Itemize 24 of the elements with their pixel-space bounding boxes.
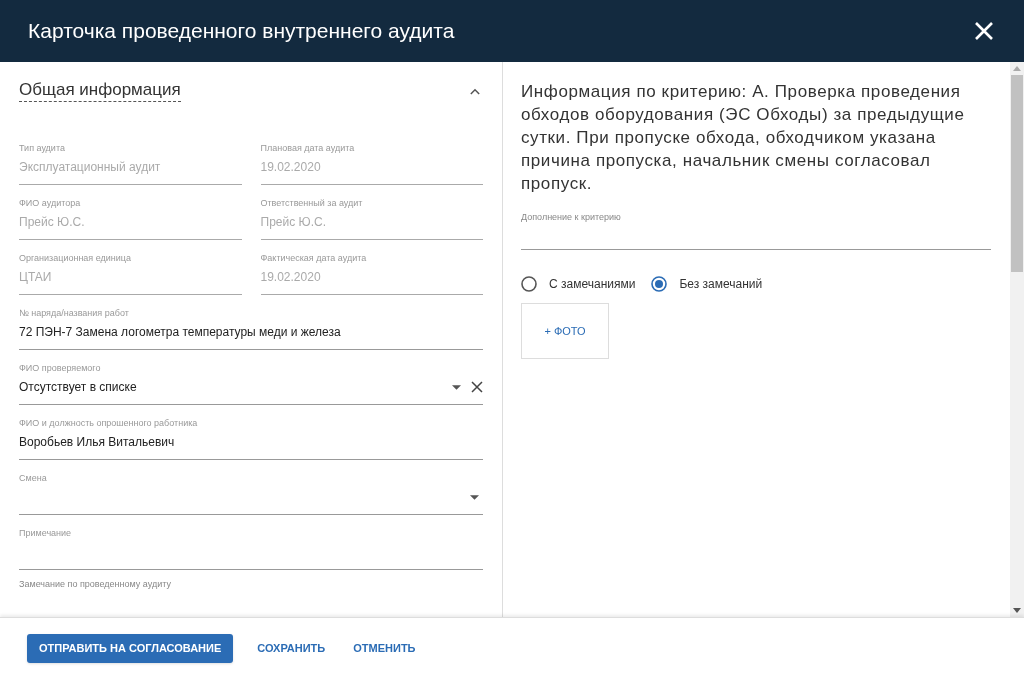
field-label: Замечание по проведенному аудиту <box>19 578 172 591</box>
clear-icon[interactable] <box>471 381 483 393</box>
select-field[interactable]: Смена <box>19 472 483 515</box>
text-button[interactable]: СОХРАНИТЬ <box>257 634 326 663</box>
dropdown-arrow-icon[interactable] <box>452 384 461 390</box>
scrollbar[interactable] <box>1010 62 1024 617</box>
scroll-down-icon[interactable] <box>1013 608 1021 613</box>
radio-option[interactable]: С замечаниями <box>521 275 636 293</box>
radio-option[interactable]: Без замечаний <box>651 275 763 293</box>
chevron-up-icon[interactable] <box>470 87 480 95</box>
select-field[interactable]: ФИО проверяемого Отсутствует в списке <box>19 362 483 405</box>
dropdown-arrow-icon[interactable] <box>470 494 479 500</box>
input-field[interactable]: Примечание <box>19 527 483 570</box>
input-field[interactable]: ФИО и должность опрошенного работника Воробьев Илья Витальевич <box>19 417 483 460</box>
criterion-text: Информация по критерию: А. Проверка проведения обходов оборудования (ЭС Обходы) за предыдущие сутки. При пропуске обхода, обходчиком указана причина пропуска, начальник смены согласовал пропуск. <box>521 81 966 195</box>
addition-field[interactable]: Дополнение к критерию <box>521 211 991 250</box>
text-button[interactable]: ОТМЕНИТЬ <box>353 634 416 663</box>
submit-button[interactable]: ОТПРАВИТЬ НА СОГЛАСОВАНИЕ <box>27 634 234 663</box>
input-field[interactable]: № наряда/названия работ 72 ПЭН-7 Замена логометра температуры меди и железа <box>19 307 483 350</box>
radio-icon[interactable] <box>521 276 537 292</box>
add-photo-button[interactable]: + ФОТО <box>521 303 609 359</box>
dialog-title: Карточка проведенного внутреннего аудита <box>28 18 455 45</box>
radio-icon[interactable] <box>651 276 668 292</box>
section-title[interactable]: Общая информация <box>19 80 181 102</box>
